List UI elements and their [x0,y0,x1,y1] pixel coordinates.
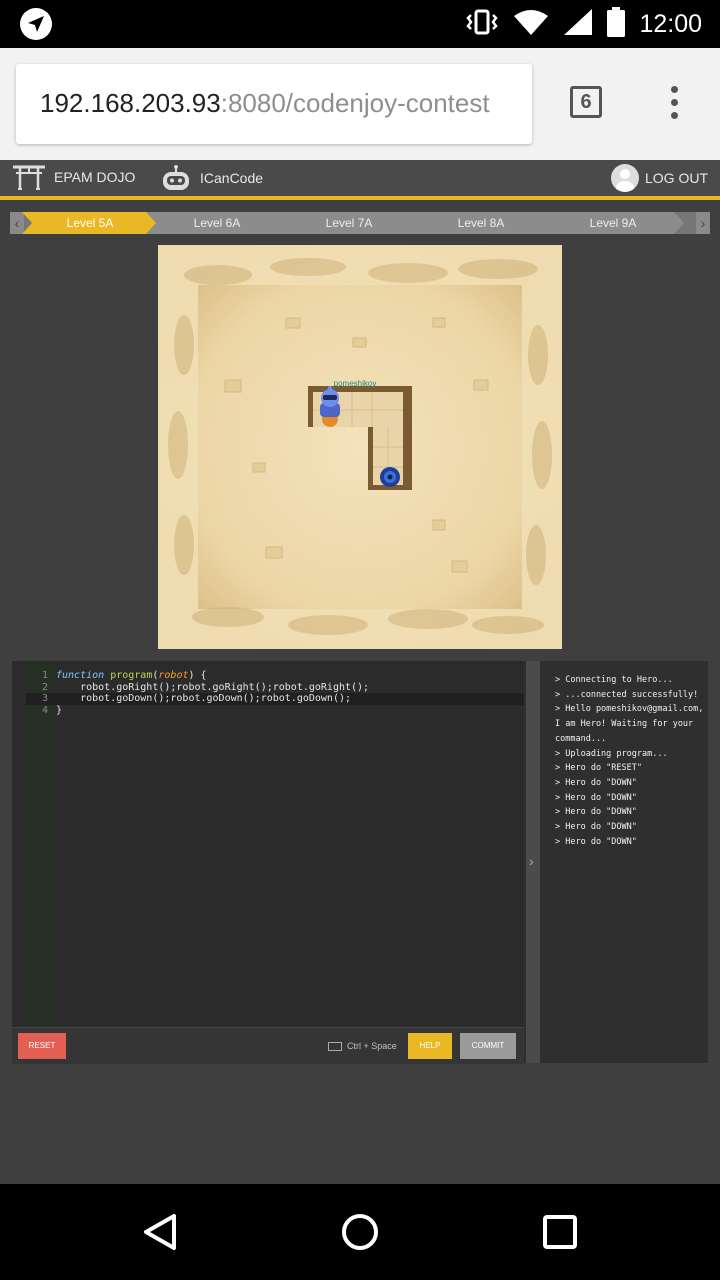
chevron-left-icon[interactable]: ‹ [10,212,24,234]
console-line: > Hero do "DOWN" [555,777,637,788]
navigation-arrow-icon [20,8,52,40]
clock: 12:00 [639,9,702,38]
exit-portal-icon [380,467,400,487]
help-button[interactable]: HELP [408,1033,452,1059]
torii-gate-icon [13,165,45,190]
console-lines: > Connecting to Hero... > ...connected s… [555,673,705,849]
keyboard-icon [328,1041,342,1051]
home-icon[interactable] [340,1212,380,1252]
battery-icon [607,6,626,42]
console-line: > Hello pomeshikov@gmail.com, I am Hero!… [555,704,709,744]
autocomplete-hint: Ctrl + Space [328,1041,397,1051]
logout-label: LOG OUT [644,170,708,186]
level-tab-6a[interactable]: Level 6A [146,212,288,234]
recents-icon[interactable] [542,1214,578,1250]
status-bar: 12:00 [0,0,720,48]
avatar-icon [610,164,639,192]
url-host: 192.168.203.93 [40,88,221,118]
console-line: > Hero do "DOWN" [555,836,637,847]
address-bar[interactable]: 192.168.203.93:8080/codenjoy-contest [16,64,532,144]
chevron-right-icon[interactable]: › [696,212,710,234]
console-line: > Hero do "DOWN" [555,792,637,803]
url-path: :8080/codenjoy-contest [220,88,490,118]
android-nav-bar [0,1184,720,1280]
vibrate-icon [465,9,499,40]
console-line: > Uploading program... [555,748,668,759]
code-line[interactable]: 2 robot.goRight();robot.goRight();robot.… [26,682,524,694]
code-panel: 1 function program(robot) { 2 robot.goRig… [12,661,708,1064]
console-line: > Hero do "DOWN" [555,807,637,818]
header-accent-line [0,196,720,200]
console-line: > Hero do "DOWN" [555,822,637,833]
chevron-right-icon: › [529,853,534,869]
editor-toolbar: RESET Ctrl + Space HELP COMMIT [12,1027,524,1064]
player-name-label: pomeshikov [334,379,377,388]
code-line[interactable]: 3 robot.goDown();robot.goDown();robot.go… [26,693,524,705]
reset-button[interactable]: RESET [18,1033,66,1059]
code-lines[interactable]: 1 function program(robot) { 2 robot.goRig… [26,670,524,716]
level-tab-7a[interactable]: Level 7A [278,212,420,234]
app-name-label: ICanCode [200,170,264,186]
tab-switcher-button[interactable]: 6 [570,86,602,118]
code-line[interactable]: 1 function program(robot) { [26,670,524,682]
wifi-icon [513,8,549,41]
code-editor[interactable]: 1 function program(robot) { 2 robot.goRig… [12,661,524,1027]
browser-toolbar: 192.168.203.93:8080/codenjoy-contest 6 [0,48,720,160]
logout-button[interactable]: LOG OUT [610,164,708,192]
console-line: > ...connected successfully! [555,689,699,700]
game-field: pomeshikov [158,245,562,649]
console-output: > Connecting to Hero... > ...connected s… [542,661,708,1063]
back-icon[interactable] [140,1212,180,1252]
level-tab-8a[interactable]: Level 8A [410,212,552,234]
app-header: EPAM DOJO ICanCode LOG OUT [0,160,720,196]
console-line: > Connecting to Hero... [555,675,673,685]
cell-signal-icon [563,8,593,41]
level-tab-9a[interactable]: Level 9A [542,212,684,234]
game-board: pomeshikov [158,245,562,649]
epam-dojo-link[interactable]: EPAM DOJO [12,164,135,190]
level-tab-5a[interactable]: Level 5A [22,212,158,234]
url-text[interactable]: 192.168.203.93:8080/codenjoy-contest [40,88,490,119]
commit-button[interactable]: COMMIT [460,1033,516,1059]
console-line: > Hero do "RESET" [555,763,642,774]
robot-head-icon [163,165,189,190]
level-navigation: ‹ Level 5A Level 6A Level 7A Level 8A Le… [10,212,710,234]
overflow-menu-icon[interactable] [668,86,680,122]
code-line[interactable]: 4} [26,705,524,717]
panel-splitter[interactable]: › [526,661,540,1063]
icancode-link[interactable]: ICanCode [160,164,263,192]
status-icons: 12:00 [465,0,702,48]
brand-label: EPAM DOJO [54,169,136,185]
